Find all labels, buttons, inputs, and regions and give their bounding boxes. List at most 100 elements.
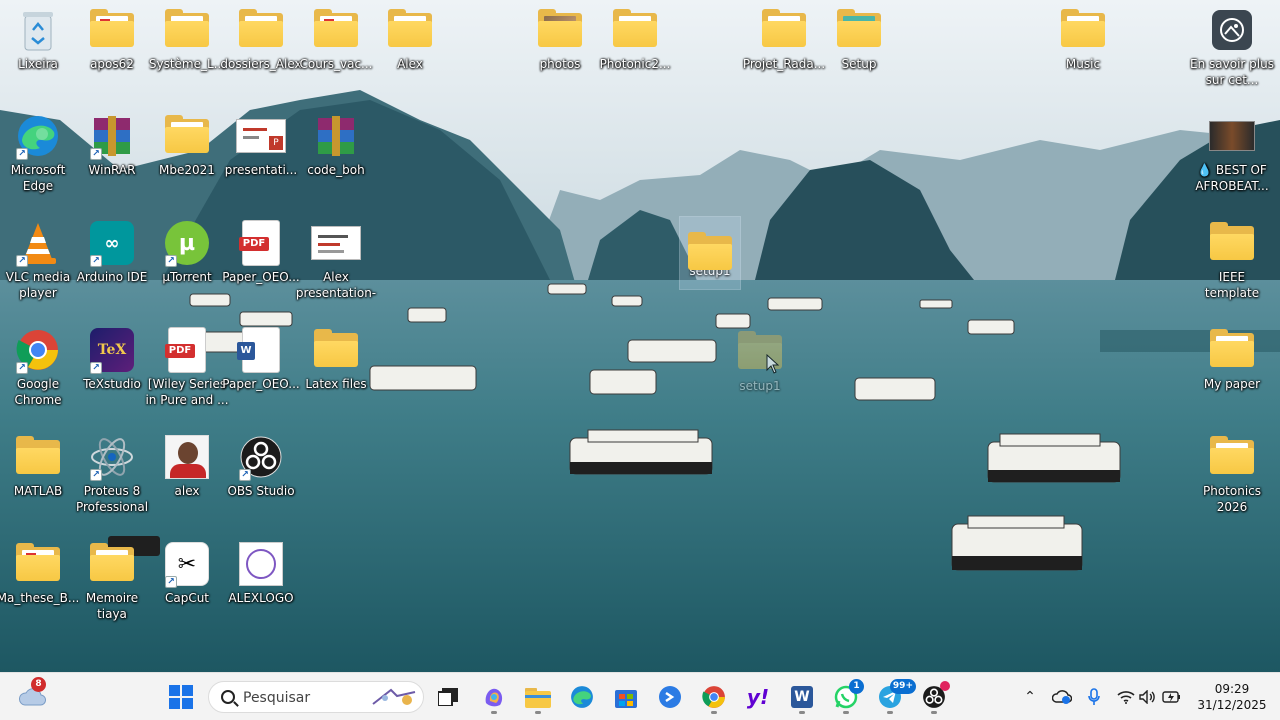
word-icon: W bbox=[791, 686, 813, 708]
taskbar-word[interactable]: W bbox=[784, 679, 820, 715]
desktop-icon-folder-systeme[interactable]: Système_L... bbox=[149, 0, 225, 100]
desktop-icon-label: Arduino IDE bbox=[76, 270, 148, 284]
winrar-archive-icon bbox=[318, 116, 354, 156]
folder-icon bbox=[1210, 436, 1254, 474]
desktop-icon-utorrent[interactable]: µ ↗ µTorrent bbox=[149, 213, 225, 313]
tray-show-hidden-icons[interactable]: ⌃ bbox=[1019, 687, 1041, 707]
tray-microphone[interactable] bbox=[1083, 687, 1105, 707]
desktop-icon-label: alex bbox=[174, 484, 200, 498]
desktop-icon-folder-projet-radar[interactable]: Projet_Rada... bbox=[743, 0, 825, 100]
desktop-icon-arduino[interactable]: ∞ ↗ Arduino IDE bbox=[74, 213, 150, 313]
recycle-bin-icon bbox=[23, 12, 53, 51]
pdf-file-icon: PDF bbox=[165, 328, 205, 372]
taskbar-file-explorer[interactable] bbox=[520, 679, 556, 715]
desktop-icon-microsoft-edge[interactable]: ↗ Microsoft Edge bbox=[0, 106, 76, 206]
desktop-icon-folder-memoire-tiaya[interactable]: Memoire tiaya bbox=[74, 534, 150, 634]
taskbar-task-view[interactable] bbox=[430, 679, 466, 715]
desktop-icon-alexlogo[interactable]: ALEXLOGO bbox=[223, 534, 299, 634]
search-icon bbox=[221, 690, 235, 704]
tray-wifi[interactable] bbox=[1115, 687, 1137, 707]
desktop-icon-label: En savoir plus sur cet... bbox=[1190, 57, 1274, 87]
tray-volume[interactable] bbox=[1137, 687, 1159, 707]
taskbar-clock[interactable]: 09:29 31/12/2025 bbox=[1196, 681, 1268, 713]
taskbar-yahoo[interactable]: y! bbox=[740, 679, 776, 715]
taskbar-weather-widget[interactable]: 8 bbox=[14, 677, 50, 715]
desktop-icon-folder-ma-these[interactable]: Ma_these_B... bbox=[0, 534, 79, 634]
desktop-icon-label: setup1 bbox=[739, 379, 781, 393]
desktop-icon-folder-photonics-2026[interactable]: Photonics 2026 bbox=[1194, 427, 1270, 527]
desktop-icon-label: Microsoft Edge bbox=[10, 163, 66, 193]
search-input[interactable] bbox=[243, 688, 363, 708]
desktop-icon-folder-ieee-template[interactable]: IEEE template bbox=[1194, 213, 1270, 313]
mouse-cursor-icon bbox=[766, 354, 780, 374]
desktop-icon-label: 💧 BEST OF AFROBEAT... bbox=[1195, 163, 1269, 193]
folder-icon bbox=[388, 9, 432, 47]
taskbar-telegram[interactable]: 99+ bbox=[872, 679, 916, 715]
desktop-icon-folder-latex-files[interactable]: Latex files bbox=[298, 320, 374, 420]
desktop-icon-folder-music[interactable]: Music bbox=[1045, 0, 1121, 100]
desktop-icon-folder-apos62[interactable]: apos62 bbox=[74, 0, 150, 100]
taskbar-start-button[interactable] bbox=[163, 679, 199, 715]
desktop-icon-obs-studio[interactable]: ↗ OBS Studio bbox=[223, 427, 299, 527]
shortcut-arrow-icon: ↗ bbox=[165, 255, 177, 267]
taskbar-obs[interactable] bbox=[916, 679, 952, 715]
desktop-icon-presentation-file[interactable]: P presentati... bbox=[223, 106, 299, 206]
desktop-icon-winrar[interactable]: ↗ WinRAR bbox=[74, 106, 150, 206]
desktop-icon-alex-photo[interactable]: alex bbox=[149, 427, 225, 527]
desktop-icon-folder-dossiers-alex[interactable]: dossiers_Alex bbox=[220, 0, 302, 100]
desktop-icon-best-of-afrobeat[interactable]: 💧 BEST OF AFROBEAT... bbox=[1194, 106, 1270, 206]
desktop-icon-folder-matlab[interactable]: MATLAB bbox=[0, 427, 76, 527]
desktop-icon-folder-photos[interactable]: photos bbox=[522, 0, 598, 100]
desktop-icon-texstudio[interactable]: TeX ↗ TeXstudio bbox=[74, 320, 150, 420]
desktop-icon-label: Paper_OEO... bbox=[222, 270, 300, 284]
taskbar-chrome[interactable] bbox=[696, 679, 732, 715]
desktop-icon-label: apos62 bbox=[90, 57, 134, 71]
taskbar: 8 y! W 1 99+ bbox=[0, 672, 1280, 720]
desktop-icon-wiley-pdf[interactable]: PDF [Wiley Series in Pure and ... bbox=[145, 320, 229, 420]
desktop-icon-code-boh[interactable]: code_boh bbox=[298, 106, 374, 206]
shortcut-arrow-icon: ↗ bbox=[16, 362, 28, 374]
desktop-icon-folder-my-paper[interactable]: My paper bbox=[1194, 320, 1270, 420]
tray-onedrive[interactable] bbox=[1051, 687, 1073, 707]
desktop-icon-vlc[interactable]: ↗ VLC media player bbox=[0, 213, 76, 313]
desktop-icon-folder-photonic2[interactable]: Photonic2... bbox=[597, 0, 673, 100]
search-highlight-icon bbox=[372, 688, 416, 705]
desktop-icon-folder-setup[interactable]: Setup bbox=[821, 0, 897, 100]
word-file-icon: W bbox=[237, 328, 279, 372]
desktop-icon-label: Paper_OEO... bbox=[222, 377, 300, 391]
folder-icon bbox=[1210, 222, 1254, 260]
desktop-icon-folder-alex[interactable]: Alex bbox=[372, 0, 448, 100]
presentation-file-icon bbox=[312, 227, 360, 259]
dragging-folder-setup1[interactable]: setup1 bbox=[722, 322, 798, 422]
task-view-icon bbox=[438, 688, 458, 706]
desktop-icon-capcut[interactable]: ✂ ↗ CapCut bbox=[149, 534, 225, 634]
taskbar-whatsapp[interactable]: 1 bbox=[828, 679, 864, 715]
pdf-file-icon: PDF bbox=[239, 221, 279, 265]
desktop-icon-folder-mbe2021[interactable]: Mbe2021 bbox=[149, 106, 225, 206]
desktop-icon-learn-about-picture[interactable]: En savoir plus sur cet... bbox=[1190, 0, 1274, 100]
taskbar-copilot[interactable] bbox=[476, 679, 512, 715]
taskbar-edge[interactable] bbox=[564, 679, 600, 715]
taskbar-quick-assist[interactable] bbox=[652, 679, 688, 715]
desktop-icon-paper-word[interactable]: W Paper_OEO... bbox=[222, 320, 300, 420]
desktop-icon-label: VLC media player bbox=[5, 270, 71, 300]
folder-icon bbox=[239, 9, 283, 47]
desktop-icon-folder-cours[interactable]: Cours_vac... bbox=[298, 0, 374, 100]
shortcut-arrow-icon: ↗ bbox=[90, 148, 102, 160]
desktop-icon-google-chrome[interactable]: ↗ Google Chrome bbox=[0, 320, 76, 420]
folder-icon bbox=[16, 543, 60, 581]
wifi-icon bbox=[1117, 691, 1135, 704]
desktop-icon-paper-pdf[interactable]: PDF Paper_OEO... bbox=[222, 213, 300, 313]
folder-icon bbox=[16, 436, 60, 474]
folder-icon bbox=[90, 9, 134, 47]
whatsapp-notification-badge: 1 bbox=[849, 679, 864, 694]
desktop-icon-folder-setup1-selected[interactable]: setup1 bbox=[672, 213, 748, 313]
taskbar-search-box[interactable] bbox=[208, 681, 424, 713]
taskbar-microsoft-store[interactable] bbox=[608, 679, 644, 715]
tray-battery[interactable] bbox=[1161, 687, 1183, 707]
folder-icon bbox=[1210, 329, 1254, 367]
desktop-icon-recycle-bin[interactable]: Lixeira bbox=[0, 0, 76, 100]
clock-date: 31/12/2025 bbox=[1197, 698, 1267, 712]
desktop-icon-alex-presentation[interactable]: Alex presentation- bbox=[296, 213, 376, 313]
desktop-icon-proteus[interactable]: ↗ Proteus 8 Professional bbox=[74, 427, 150, 527]
